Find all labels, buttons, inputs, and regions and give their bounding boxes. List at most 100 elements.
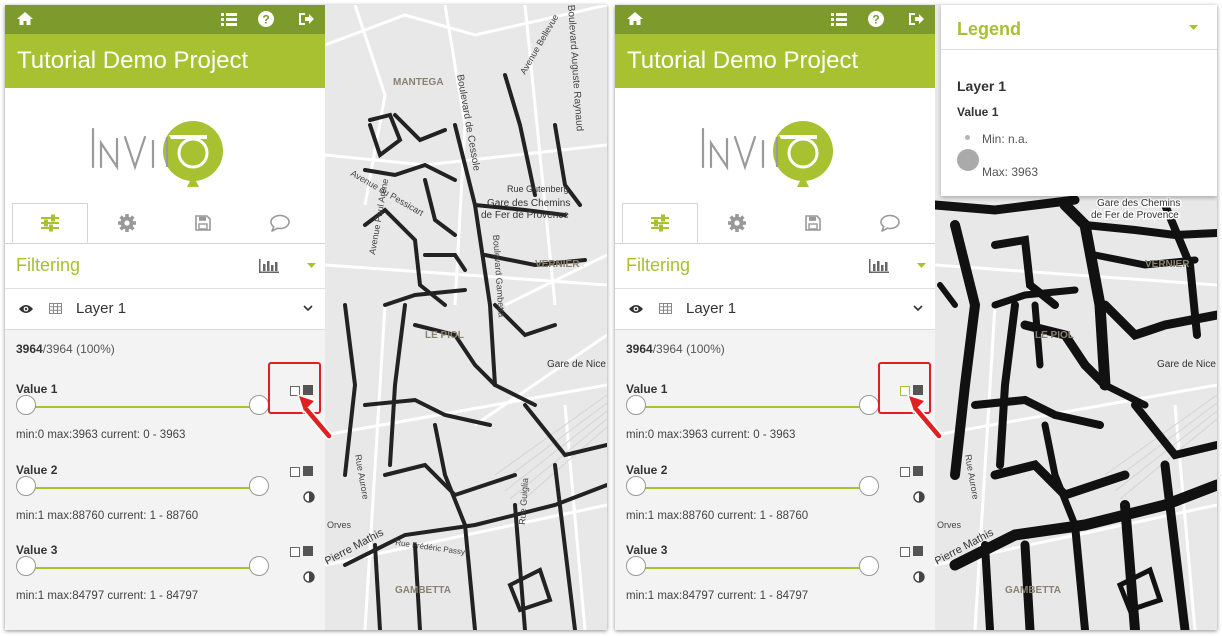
slider-handle-min[interactable] [626, 476, 646, 496]
caret-down-icon[interactable] [307, 263, 316, 269]
legend-toggle-empty-square[interactable] [290, 547, 300, 557]
range-slider-track[interactable] [27, 487, 259, 489]
map-canvas[interactable]: MANTEGA VERNIER LE PIOL GAMBETTA Gare de… [325, 5, 607, 630]
logout-icon[interactable] [296, 9, 316, 29]
logout-icon[interactable] [906, 9, 926, 29]
home-icon[interactable] [625, 9, 645, 29]
color-toggle-filled-square[interactable] [303, 466, 313, 476]
legend-divider [941, 49, 1217, 50]
sidebar: ? Tutorial Demo Project Filtering Layer … [615, 5, 943, 630]
tab-save[interactable] [775, 203, 851, 243]
contrast-icon[interactable] [303, 571, 315, 583]
feature-count: 3964/3964 (100%) [16, 342, 115, 356]
layer-row[interactable]: Layer 1 [5, 289, 325, 330]
sidebar: ? Tutorial Demo Project Filtering Layer … [5, 5, 333, 630]
map-label-orves: Orves [327, 520, 352, 530]
tab-bar [615, 203, 935, 244]
list-icon[interactable] [829, 9, 849, 29]
slider-handle-min[interactable] [16, 556, 36, 576]
range-slider-track[interactable] [27, 567, 259, 569]
range-slider-track[interactable] [27, 406, 259, 408]
slider-handle-min[interactable] [626, 395, 646, 415]
legend-toggle-empty-square[interactable] [900, 547, 910, 557]
legend-title: Legend [957, 19, 1022, 39]
table-icon [659, 303, 672, 314]
legend-toggle-empty-square[interactable] [900, 467, 910, 477]
logo-area [615, 88, 935, 203]
tab-bar [5, 203, 325, 244]
range-slider-track[interactable] [637, 406, 869, 408]
contrast-icon[interactable] [303, 491, 315, 503]
app-window-after: VERNIER LE PIOL GAMBETTA Gare des Chemin… [615, 5, 1217, 630]
caret-down-icon[interactable] [917, 263, 926, 269]
table-icon [49, 303, 62, 314]
caret-down-icon[interactable] [1189, 25, 1198, 31]
eye-icon[interactable] [628, 303, 644, 315]
slider-handle-max[interactable] [859, 556, 879, 576]
list-icon[interactable] [219, 9, 239, 29]
tab-filter[interactable] [12, 203, 88, 243]
tab-comments[interactable] [242, 203, 318, 243]
map-label-mantega: MANTEGA [393, 77, 444, 88]
color-toggle-filled-square[interactable] [913, 466, 923, 476]
range-slider-track[interactable] [637, 567, 869, 569]
slider-handle-max[interactable] [249, 476, 269, 496]
tab-save[interactable] [165, 203, 241, 243]
map-label-le-piol: LE PIOL [1035, 330, 1074, 341]
filter-label: Value 3 [16, 543, 58, 557]
svg-text:?: ? [262, 13, 269, 27]
sliders-icon [651, 214, 669, 232]
chevron-down-icon[interactable] [913, 305, 923, 312]
slider-handle-max[interactable] [249, 395, 269, 415]
legend-max: Max: 3963 [982, 165, 1039, 179]
tab-comments[interactable] [852, 203, 928, 243]
tab-settings[interactable] [699, 203, 775, 243]
help-icon[interactable]: ? [866, 9, 886, 29]
red-arrow-icon [297, 394, 333, 440]
tab-filter[interactable] [622, 203, 698, 243]
layer-name: Layer 1 [686, 300, 737, 317]
chevron-down-icon[interactable] [303, 305, 313, 312]
map-label-gare-line1: Gare des Chemins [1097, 198, 1180, 209]
filter-range-info: min:1 max:84797 current: 1 - 84797 [626, 590, 809, 602]
map-view[interactable]: MANTEGA VERNIER LE PIOL GAMBETTA Gare de… [325, 5, 607, 630]
map-label-gare-line2: de Fer de Provence [1091, 210, 1179, 221]
help-icon[interactable]: ? [256, 9, 276, 29]
home-icon[interactable] [15, 9, 35, 29]
filter-item-value2: Value 2 min:1 max:88760 current: 1 - 887… [615, 463, 935, 541]
contrast-icon[interactable] [913, 571, 925, 583]
color-toggle-filled-square[interactable] [303, 546, 313, 556]
legend-value-name: Value 1 [957, 105, 999, 119]
map-label-gare-nice: Gare de Nice [547, 359, 606, 370]
comment-icon [270, 214, 290, 232]
range-slider-track[interactable] [637, 487, 869, 489]
save-icon [195, 215, 211, 231]
map-label-le-piol: LE PIOL [425, 330, 464, 341]
layer-name: Layer 1 [76, 300, 127, 317]
slider-handle-min[interactable] [16, 395, 36, 415]
filter-range-info: min:0 max:3963 current: 0 - 3963 [626, 429, 796, 441]
map-label-gare-nice: Gare de Nice [1157, 359, 1216, 370]
top-toolbar: ? [615, 5, 935, 34]
bar-chart-icon[interactable] [868, 258, 890, 274]
slider-handle-min[interactable] [626, 556, 646, 576]
red-arrow-icon [907, 394, 943, 440]
color-toggle-filled-square[interactable] [913, 546, 923, 556]
gear-icon [118, 214, 136, 232]
slider-handle-max[interactable] [249, 556, 269, 576]
slider-handle-max[interactable] [859, 395, 879, 415]
slider-handle-max[interactable] [859, 476, 879, 496]
layer-row[interactable]: Layer 1 [615, 289, 935, 330]
eye-icon[interactable] [18, 303, 34, 315]
contrast-icon[interactable] [913, 491, 925, 503]
map-label-gare-line2: de Fer de Provence [481, 210, 569, 221]
map-label-rue-gutenberg: Rue Gutenberg [507, 184, 569, 194]
legend-toggle-empty-square[interactable] [290, 467, 300, 477]
tab-settings[interactable] [89, 203, 165, 243]
legend-min-symbol [965, 135, 970, 140]
bar-chart-icon[interactable] [258, 258, 280, 274]
filter-range-info: min:0 max:3963 current: 0 - 3963 [16, 429, 186, 441]
svg-text:?: ? [872, 13, 879, 27]
slider-handle-min[interactable] [16, 476, 36, 496]
map-label-vernier: VERNIER [535, 259, 580, 270]
